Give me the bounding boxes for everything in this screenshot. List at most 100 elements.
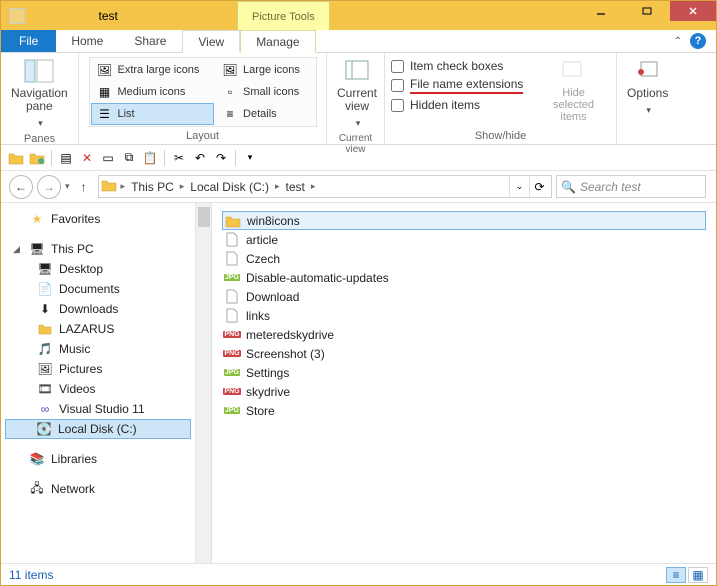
group-label-panes: Panes [7, 131, 72, 147]
tab-share[interactable]: Share [119, 30, 182, 52]
qat-rename-icon[interactable]: ▭ [99, 149, 117, 167]
nav-libraries[interactable]: 📚Libraries [1, 449, 195, 469]
checkbox-hidden-items[interactable]: Hidden items [391, 98, 537, 112]
nav-pictures[interactable]: 🖼Pictures [1, 359, 195, 379]
group-label-show-hide: Show/hide [391, 128, 610, 144]
qat-cut-icon[interactable]: ✂ [170, 149, 188, 167]
address-bar[interactable]: ▸ This PC ▸ Local Disk (C:) ▸ test ▸ ⌄ ⟳ [98, 175, 552, 198]
view-details-icon[interactable]: ≡ [666, 567, 686, 583]
collapse-ribbon-icon[interactable]: ⌃ [674, 36, 682, 47]
layout-medium[interactable]: ▦Medium icons [91, 81, 215, 103]
up-button[interactable]: ↑ [74, 175, 94, 199]
file-item[interactable]: JPGStore [222, 401, 706, 420]
current-view-button[interactable]: Current view [333, 55, 381, 131]
tab-home[interactable]: Home [56, 30, 119, 52]
group-label-layout: Layout [85, 128, 320, 144]
recent-dropdown-icon[interactable]: ▾ [65, 181, 70, 192]
nav-videos[interactable]: 🎞Videos [1, 379, 195, 399]
qat-undo-icon[interactable]: ↶ [191, 149, 209, 167]
address-dropdown-icon[interactable]: ⌄ [509, 176, 529, 197]
search-input[interactable]: 🔍 Search test [556, 175, 706, 198]
file-type-icon: JPG [224, 270, 240, 286]
file-type-icon [224, 308, 240, 324]
layout-list[interactable]: ☰List [91, 103, 215, 125]
nav-documents[interactable]: 📄Documents [1, 279, 195, 299]
file-item[interactable]: Czech [222, 249, 706, 268]
layout-extra-large[interactable]: 🖼Extra large icons [91, 59, 215, 81]
tab-view[interactable]: View [182, 30, 240, 53]
tab-file[interactable]: File [1, 30, 56, 52]
nav-favorites[interactable]: ★Favorites [1, 209, 195, 229]
nav-visual-studio[interactable]: ∞Visual Studio 11 [1, 399, 195, 419]
file-item[interactable]: PNGskydrive [222, 382, 706, 401]
nav-desktop[interactable]: 🖥Desktop [1, 259, 195, 279]
nav-scrollbar[interactable] [196, 203, 212, 563]
file-list[interactable]: win8icons article CzechJPGDisable-automati… [212, 203, 716, 563]
nav-local-disk-c[interactable]: 💽Local Disk (C:) [5, 419, 191, 439]
layout-small[interactable]: ▫Small icons [216, 81, 314, 103]
refresh-icon[interactable]: ⟳ [529, 176, 549, 197]
options-button[interactable]: Options [623, 55, 672, 118]
maximize-button[interactable] [624, 1, 670, 21]
group-label-current-view: Current view [333, 131, 378, 157]
crumb-local-disk-c[interactable]: Local Disk (C:) [188, 180, 271, 194]
file-name: Screenshot (3) [246, 347, 325, 361]
file-item[interactable]: Download [222, 287, 706, 306]
layout-large[interactable]: 🖼Large icons [216, 59, 314, 81]
hide-selected-icon [558, 57, 590, 85]
crumb-this-pc[interactable]: This PC [129, 180, 176, 194]
qat-delete-icon[interactable]: ✕ [78, 149, 96, 167]
help-icon[interactable]: ? [690, 33, 706, 49]
file-name: Store [246, 404, 275, 418]
navigation-pane-icon [23, 57, 55, 85]
layout-gallery[interactable]: 🖼Extra large icons 🖼Large icons ▦Medium … [89, 57, 317, 127]
file-item[interactable]: JPGSettings [222, 363, 706, 382]
navigation-pane-button[interactable]: Navigation pane [7, 55, 72, 131]
layout-details[interactable]: ≡Details [216, 103, 314, 125]
minimize-button[interactable] [578, 1, 624, 21]
nav-music[interactable]: 🎵Music [1, 339, 195, 359]
nav-network[interactable]: 🖧Network [1, 479, 195, 499]
ribbon-tab-strip: File Home Share View Manage ⌃ ? [1, 30, 716, 53]
tab-manage[interactable]: Manage [240, 30, 315, 53]
qat-properties-icon[interactable]: ▤ [57, 149, 75, 167]
nav-downloads[interactable]: ⬇Downloads [1, 299, 195, 319]
qat-new-folder-icon[interactable] [7, 149, 25, 167]
qat-copy-icon[interactable]: ⧉ [120, 149, 138, 167]
qat-redo-icon[interactable]: ↷ [212, 149, 230, 167]
file-item[interactable]: PNGmeteredskydrive [222, 325, 706, 344]
crumb-test[interactable]: test [284, 180, 307, 194]
file-type-icon: PNG [224, 346, 240, 362]
back-button[interactable]: ← [9, 175, 33, 199]
address-bar-row: ← → ▾ ↑ ▸ This PC ▸ Local Disk (C:) ▸ te… [1, 171, 716, 203]
status-item-count: 11 items [9, 568, 53, 582]
file-name: win8icons [247, 214, 300, 228]
qat-paste-icon[interactable]: 📋 [141, 149, 159, 167]
file-item[interactable]: PNG Screenshot (3) [222, 344, 706, 363]
nav-this-pc[interactable]: ◢🖥This PC [1, 239, 195, 259]
folder-icon [101, 178, 117, 195]
forward-button[interactable]: → [37, 175, 61, 199]
file-type-icon: JPG [224, 365, 240, 381]
file-type-icon: PNG [224, 384, 240, 400]
qat-dropdown-icon[interactable]: ▾ [241, 149, 259, 167]
checkbox-item-checkboxes[interactable]: Item check boxes [391, 59, 537, 73]
close-button[interactable] [670, 1, 716, 21]
file-item[interactable]: win8icons [222, 211, 706, 230]
app-icon[interactable] [9, 8, 25, 24]
search-placeholder: Search test [580, 180, 641, 194]
file-name: Download [246, 290, 299, 304]
hide-selected-items-button[interactable]: Hide selected items [537, 55, 610, 125]
file-type-icon [224, 251, 240, 267]
context-tab-picture-tools[interactable]: Picture Tools [237, 1, 330, 30]
qat-open-icon[interactable] [28, 149, 46, 167]
search-icon: 🔍 [561, 180, 576, 194]
file-name: article [246, 233, 278, 247]
file-item[interactable]: JPGDisable-automatic-updates [222, 268, 706, 287]
checkbox-file-name-extensions[interactable]: File name extensions [391, 77, 537, 94]
file-item[interactable]: links [222, 306, 706, 325]
file-item[interactable]: article [222, 230, 706, 249]
view-thumbnails-icon[interactable]: ▦ [688, 567, 708, 583]
nav-lazarus[interactable]: LAZARUS [1, 319, 195, 339]
file-type-icon [225, 213, 241, 229]
